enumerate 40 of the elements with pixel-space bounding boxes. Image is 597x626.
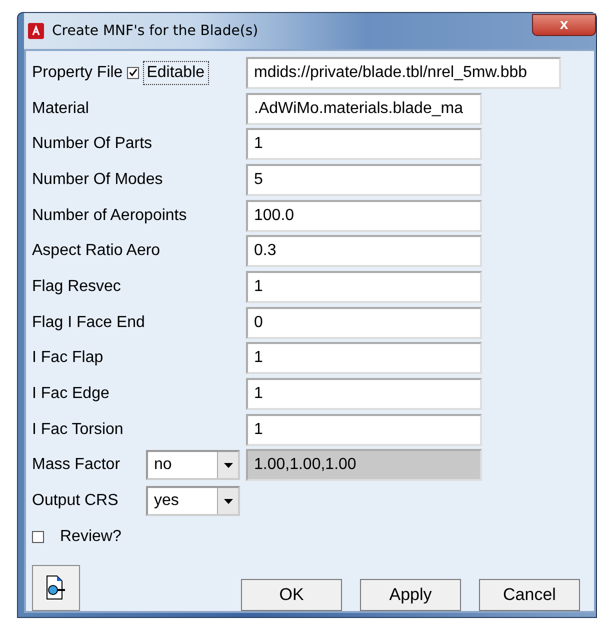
input-field[interactable]: 0.3 [246,235,482,268]
dialog-button[interactable]: Cancel [479,578,580,611]
input-field[interactable]: .AdWiMo.materials.blade_ma [246,92,482,125]
field-label: Aspect Ratio Aero [32,242,160,260]
dropdown[interactable]: yes [146,486,240,516]
checkbox[interactable] [32,530,44,543]
input-field[interactable]: 100.0 [246,200,482,232]
input-field[interactable]: 1 [246,414,482,446]
field-label: Flag Resvec [32,278,121,296]
input-field[interactable]: 1 [246,270,482,303]
input-field[interactable]: 5 [246,164,482,196]
property-file-field[interactable]: mdids://private/blade.tbl/nrel_5mw.bbb [246,56,561,89]
field-label: Number Of Modes [32,170,163,189]
file-magnifier-icon [45,574,67,601]
app-logo-icon [28,23,44,39]
field-label: Property File [32,64,123,82]
field-label: Mass Factor [32,456,120,474]
input-field[interactable]: 1 [246,128,482,160]
field-label: I Fac Edge [32,385,110,404]
dialog-button[interactable]: OK [241,578,342,611]
dropdown[interactable]: no [146,450,240,480]
checkbox-label[interactable]: Editable [142,60,209,85]
field-label: I Fac Torsion [32,420,124,439]
caret-icon [217,488,238,514]
checkbox[interactable] [126,66,139,79]
field-label: Material [32,100,89,118]
field-label: Number Of Parts [32,135,152,154]
input-field[interactable]: 0 [246,306,482,339]
dialog-button[interactable]: Apply [360,578,461,611]
input-field[interactable]: 1 [246,342,482,374]
input-field[interactable]: 1 [246,378,482,410]
file-search-button[interactable] [32,564,80,611]
field-label: Output CRS [32,492,118,510]
close-button[interactable]: x [532,14,596,36]
caret-icon [217,452,238,478]
window-title: Create MNF's for the Blade(s) [52,23,258,39]
field-label: Number of Aeropoints [32,206,187,225]
field-label: Flag I Face End [32,314,145,332]
checkbox-label[interactable]: Review? [60,528,122,546]
field-label: I Fac Flap [32,349,104,368]
